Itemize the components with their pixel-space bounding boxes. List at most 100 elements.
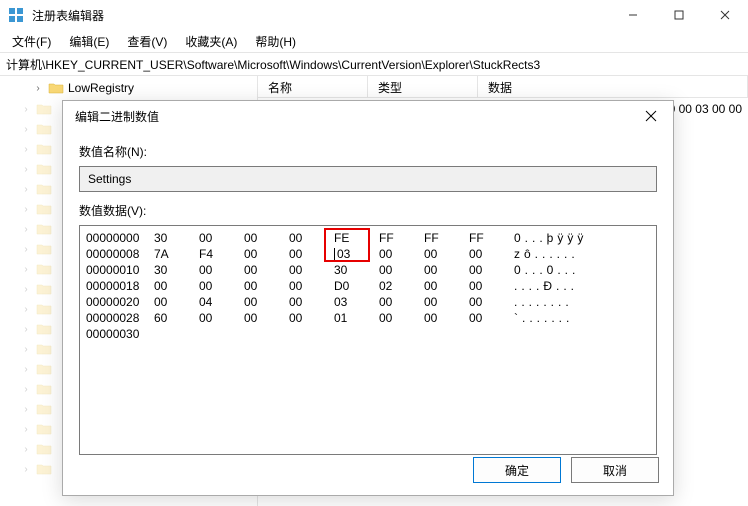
hex-byte[interactable]: 00 — [469, 246, 514, 262]
hex-byte[interactable]: 00 — [244, 246, 289, 262]
hex-byte[interactable]: 00 — [289, 310, 334, 326]
expander-icon[interactable]: › — [20, 384, 32, 395]
hex-row[interactable]: 0000001800000000D0020000....Ð... — [86, 278, 650, 294]
hex-byte[interactable]: 00 — [199, 262, 244, 278]
hex-byte[interactable]: D0 — [334, 278, 379, 294]
hex-byte[interactable]: 00 — [289, 294, 334, 310]
expander-icon[interactable]: › — [20, 304, 32, 315]
hex-byte[interactable]: 00 — [289, 230, 334, 246]
hex-row[interactable]: 0000000030000000FEFFFFFF0...þÿÿÿ — [86, 230, 650, 246]
expander-icon[interactable]: › — [20, 324, 32, 335]
expander-icon[interactable]: › — [20, 144, 32, 155]
hex-byte[interactable]: 03 — [334, 294, 379, 310]
expander-icon[interactable]: › — [20, 344, 32, 355]
hex-byte[interactable]: 00 — [244, 278, 289, 294]
menu-edit[interactable]: 编辑(E) — [61, 31, 117, 52]
menu-view[interactable]: 查看(V) — [119, 31, 175, 52]
hex-byte[interactable]: 00 — [379, 246, 424, 262]
hex-byte[interactable]: 00 — [424, 294, 469, 310]
hex-byte[interactable]: 60 — [154, 310, 199, 326]
expander-icon[interactable]: › — [20, 464, 32, 475]
hex-byte[interactable]: 00 — [289, 278, 334, 294]
close-button[interactable] — [702, 0, 748, 30]
hex-byte[interactable] — [199, 326, 244, 342]
hex-byte[interactable]: FF — [469, 230, 514, 246]
hex-byte[interactable] — [334, 326, 379, 342]
col-data[interactable]: 数据 — [478, 76, 748, 97]
hex-byte[interactable] — [379, 326, 424, 342]
menu-favorites[interactable]: 收藏夹(A) — [177, 31, 245, 52]
maximize-button[interactable] — [656, 0, 702, 30]
hex-byte[interactable]: 7A — [154, 246, 199, 262]
hex-byte[interactable]: 00 — [424, 262, 469, 278]
hex-byte[interactable]: 30 — [334, 262, 379, 278]
expander-icon[interactable]: › — [20, 164, 32, 175]
menu-help[interactable]: 帮助(H) — [247, 31, 304, 52]
expander-icon[interactable]: › — [20, 264, 32, 275]
hex-byte[interactable]: 00 — [379, 262, 424, 278]
hex-row[interactable]: 000000200004000003000000........ — [86, 294, 650, 310]
hex-row[interactable]: 000000087AF4000003000000zô...... — [86, 246, 650, 262]
value-name-input[interactable] — [79, 166, 657, 192]
hex-byte[interactable]: 00 — [424, 310, 469, 326]
hex-byte[interactable]: 30 — [154, 262, 199, 278]
expander-icon[interactable]: › — [20, 424, 32, 435]
hex-byte[interactable]: 00 — [244, 230, 289, 246]
hex-byte[interactable]: 00 — [199, 310, 244, 326]
hex-byte[interactable]: 00 — [154, 294, 199, 310]
hex-byte[interactable]: 00 — [424, 278, 469, 294]
expander-icon[interactable]: › — [20, 364, 32, 375]
expander-icon[interactable]: › — [32, 83, 44, 94]
hex-byte[interactable]: 00 — [199, 230, 244, 246]
hex-byte[interactable]: 00 — [199, 278, 244, 294]
hex-byte[interactable]: 00 — [289, 262, 334, 278]
hex-byte[interactable]: 00 — [379, 310, 424, 326]
tree-item-lowregistry[interactable]: › LowRegistry — [0, 78, 257, 98]
expander-icon[interactable]: › — [20, 284, 32, 295]
hex-byte[interactable]: FF — [424, 230, 469, 246]
dialog-close-button[interactable] — [637, 102, 665, 130]
expander-icon[interactable]: › — [20, 124, 32, 135]
cancel-button[interactable]: 取消 — [571, 457, 659, 483]
hex-byte[interactable]: 00 — [244, 262, 289, 278]
expander-icon[interactable]: › — [20, 184, 32, 195]
hex-byte[interactable]: 00 — [289, 246, 334, 262]
hex-byte[interactable] — [154, 326, 199, 342]
expander-icon[interactable]: › — [20, 204, 32, 215]
hex-byte[interactable]: 03 — [334, 246, 379, 262]
hex-byte[interactable]: 00 — [154, 278, 199, 294]
ok-button[interactable]: 确定 — [473, 457, 561, 483]
hex-byte[interactable]: 00 — [244, 294, 289, 310]
hex-byte[interactable]: 00 — [469, 262, 514, 278]
hex-byte[interactable]: 30 — [154, 230, 199, 246]
expander-icon[interactable]: › — [20, 244, 32, 255]
hex-row[interactable]: 000000286000000001000000`....... — [86, 310, 650, 326]
hex-byte[interactable] — [469, 326, 514, 342]
col-name[interactable]: 名称 — [258, 76, 368, 97]
hex-byte[interactable]: 00 — [469, 310, 514, 326]
hex-byte[interactable]: 00 — [244, 310, 289, 326]
hex-editor[interactable]: 0000000030000000FEFFFFFF0...þÿÿÿ00000008… — [79, 225, 657, 455]
hex-byte[interactable]: 04 — [199, 294, 244, 310]
hex-byte[interactable]: 01 — [334, 310, 379, 326]
hex-byte[interactable]: FF — [379, 230, 424, 246]
hex-byte[interactable]: 00 — [469, 278, 514, 294]
dialog-titlebar[interactable]: 编辑二进制数值 — [63, 101, 673, 131]
hex-row[interactable]: 0000001030000000300000000...0... — [86, 262, 650, 278]
hex-byte[interactable]: 00 — [469, 294, 514, 310]
col-type[interactable]: 类型 — [368, 76, 478, 97]
address-bar[interactable]: 计算机\HKEY_CURRENT_USER\Software\Microsoft… — [0, 52, 748, 76]
expander-icon[interactable]: › — [20, 104, 32, 115]
hex-byte[interactable] — [424, 326, 469, 342]
expander-icon[interactable]: › — [20, 224, 32, 235]
hex-byte[interactable] — [244, 326, 289, 342]
hex-row[interactable]: 00000030 — [86, 326, 650, 342]
hex-byte[interactable]: F4 — [199, 246, 244, 262]
hex-byte[interactable]: 02 — [379, 278, 424, 294]
hex-byte[interactable] — [289, 326, 334, 342]
hex-byte[interactable]: 00 — [424, 246, 469, 262]
expander-icon[interactable]: › — [20, 444, 32, 455]
expander-icon[interactable]: › — [20, 404, 32, 415]
minimize-button[interactable] — [610, 0, 656, 30]
menu-file[interactable]: 文件(F) — [4, 31, 59, 52]
